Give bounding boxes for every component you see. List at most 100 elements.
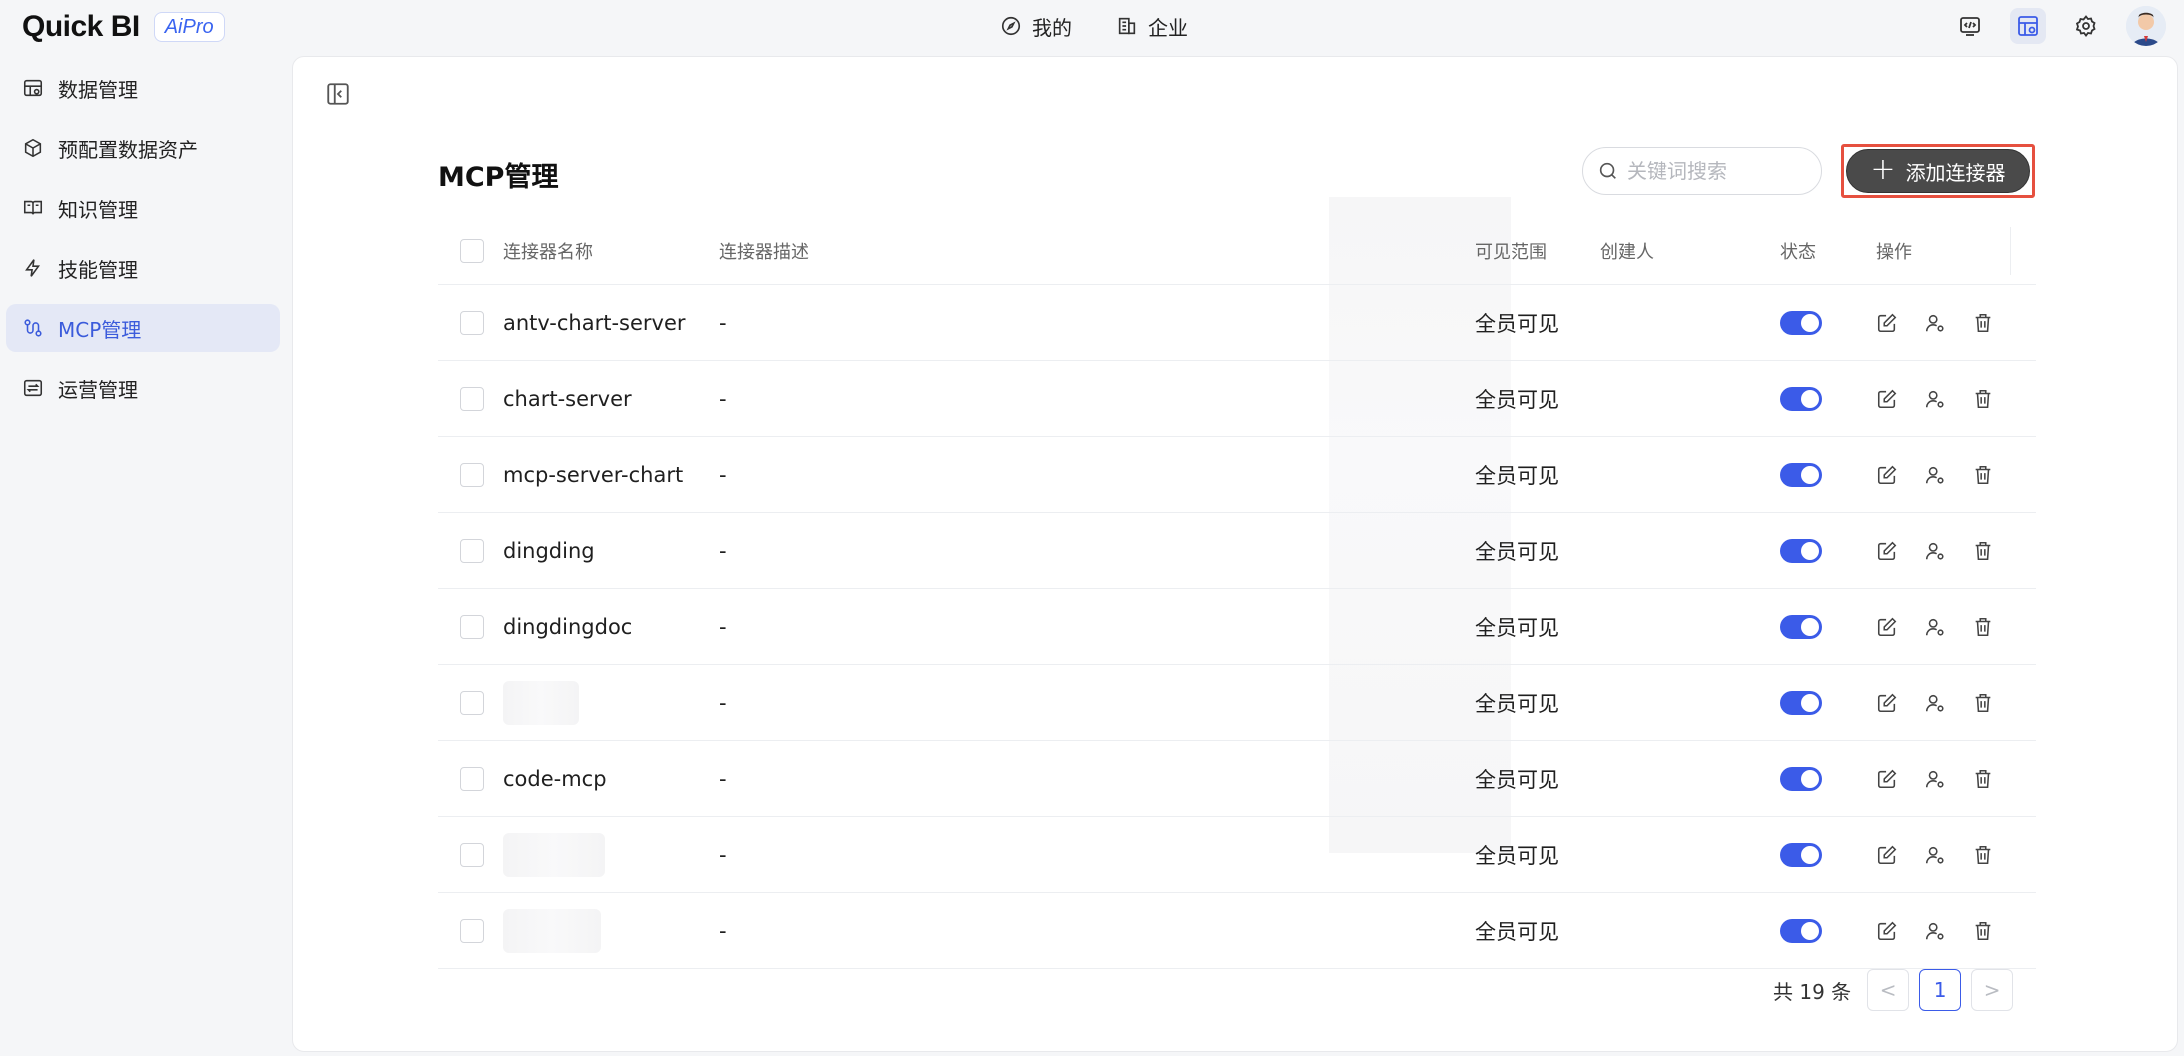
row-checkbox[interactable]	[460, 766, 484, 791]
sidebar-item-knowledge[interactable]: 知识管理	[6, 184, 280, 232]
trash-icon[interactable]	[1972, 464, 1994, 486]
add-connector-button[interactable]: + 添加连接器	[1846, 149, 2030, 193]
column-name: 连接器名称	[503, 241, 593, 263]
trash-icon[interactable]	[1972, 540, 1994, 562]
edit-icon[interactable]	[1876, 920, 1898, 942]
current-page-button[interactable]: 1	[1919, 969, 1962, 1011]
status-toggle[interactable]	[1780, 310, 1822, 335]
trash-icon[interactable]	[1972, 312, 1994, 334]
trash-icon[interactable]	[1972, 692, 1994, 714]
status-toggle[interactable]	[1780, 614, 1822, 639]
building-icon	[1118, 17, 1136, 35]
edit-icon[interactable]	[1876, 464, 1898, 486]
trash-icon[interactable]	[1972, 616, 1994, 638]
status-toggle[interactable]	[1780, 918, 1822, 943]
table-row[interactable]: - 全员可见	[438, 893, 2036, 969]
user-permission-icon[interactable]	[1924, 464, 1946, 486]
edit-icon[interactable]	[1876, 540, 1898, 562]
column-ops: 操作	[1876, 241, 1912, 263]
table-row[interactable]: chart-server - 全员可见	[438, 361, 2036, 437]
sidebar-item-data[interactable]: 数据管理	[6, 64, 280, 112]
status-toggle[interactable]	[1780, 842, 1822, 867]
user-avatar-icon	[2126, 6, 2166, 46]
connector-name: dingdingdoc	[503, 614, 633, 639]
sidebar-item-preset-assets[interactable]: 预配置数据资产	[6, 124, 280, 172]
dashboard-icon	[2018, 16, 2038, 36]
edit-icon[interactable]	[1876, 844, 1898, 866]
user-permission-icon[interactable]	[1924, 692, 1946, 714]
total-count: 共 19 条	[1773, 979, 1852, 1004]
table-row[interactable]: antv-chart-server - 全员可见	[438, 285, 2036, 361]
row-checkbox[interactable]	[460, 690, 484, 715]
user-permission-icon[interactable]	[1924, 540, 1946, 562]
prev-page-button[interactable]: <	[1867, 969, 1910, 1011]
status-toggle[interactable]	[1780, 462, 1822, 487]
row-actions	[1870, 844, 2020, 866]
mcp-icon	[24, 319, 42, 337]
trash-icon[interactable]	[1972, 388, 1994, 410]
connector-name: mcp-server-chart	[503, 462, 684, 487]
edit-icon[interactable]	[1876, 312, 1898, 334]
book-icon	[23, 200, 43, 215]
table-row[interactable]: dingding - 全员可见	[438, 513, 2036, 589]
status-toggle[interactable]	[1780, 538, 1822, 563]
status-toggle[interactable]	[1780, 690, 1822, 715]
trash-icon[interactable]	[1972, 844, 1994, 866]
sidebar-item-label: 预配置数据资产	[58, 137, 198, 162]
aipro-badge: AiPro	[153, 12, 225, 42]
row-checkbox[interactable]	[460, 918, 484, 943]
creator-cell	[1600, 893, 1780, 968]
edit-icon[interactable]	[1876, 692, 1898, 714]
row-actions	[1870, 464, 2020, 486]
settings-button[interactable]	[2068, 8, 2104, 44]
user-permission-icon[interactable]	[1924, 844, 1946, 866]
row-checkbox[interactable]	[460, 538, 484, 563]
edit-icon[interactable]	[1876, 768, 1898, 790]
user-permission-icon[interactable]	[1924, 388, 1946, 410]
nav-mine[interactable]: 我的	[1000, 10, 1072, 42]
trash-icon[interactable]	[1972, 920, 1994, 942]
table-header: 连接器名称 连接器描述 可见范围 创建人 状态 操作	[438, 217, 2036, 285]
logo[interactable]: Quick BI AiPro	[22, 10, 225, 44]
table-row[interactable]: - 全员可见	[438, 817, 2036, 893]
nav-enterprise[interactable]: 企业	[1116, 10, 1188, 42]
row-actions	[1870, 388, 2020, 410]
sidebar-item-operations[interactable]: 运营管理	[6, 364, 280, 412]
data-table-icon	[23, 79, 43, 97]
user-permission-icon[interactable]	[1924, 768, 1946, 790]
sidebar-item-label: 数据管理	[58, 77, 138, 102]
sidebar-item-skills[interactable]: 技能管理	[6, 244, 280, 292]
dashboard-button[interactable]	[2010, 8, 2046, 44]
edit-icon[interactable]	[1876, 388, 1898, 410]
edit-icon[interactable]	[1876, 616, 1898, 638]
table-row[interactable]: mcp-server-chart - 全员可见	[438, 437, 2036, 513]
column-scope: 可见范围	[1475, 241, 1547, 263]
trash-icon[interactable]	[1972, 768, 1994, 790]
user-permission-icon[interactable]	[1924, 312, 1946, 334]
creator-cell	[1600, 741, 1780, 816]
row-checkbox[interactable]	[460, 310, 484, 335]
table-row[interactable]: - 全员可见	[438, 665, 2036, 741]
avatar[interactable]	[2126, 6, 2166, 46]
creator-cell	[1600, 285, 1780, 360]
search-input[interactable]	[1627, 159, 1807, 183]
pagination: 共 19 条 < 1 >	[1773, 969, 2014, 1011]
code-button[interactable]	[1952, 8, 1988, 44]
user-permission-icon[interactable]	[1924, 616, 1946, 638]
status-toggle[interactable]	[1780, 386, 1822, 411]
nav-enterprise-label: 企业	[1148, 15, 1188, 40]
row-checkbox[interactable]	[460, 842, 484, 867]
row-checkbox[interactable]	[460, 614, 484, 639]
next-page-button[interactable]: >	[1971, 969, 2014, 1011]
status-toggle[interactable]	[1780, 766, 1822, 791]
row-checkbox[interactable]	[460, 386, 484, 411]
table-row[interactable]: dingdingdoc - 全员可见	[438, 589, 2036, 665]
table-row[interactable]: code-mcp - 全员可见	[438, 741, 2036, 817]
collapse-sidebar-icon[interactable]	[325, 81, 351, 107]
creator-cell	[1600, 437, 1780, 512]
user-permission-icon[interactable]	[1924, 920, 1946, 942]
sidebar-item-mcp[interactable]: MCP管理	[6, 304, 280, 352]
row-checkbox[interactable]	[460, 462, 484, 487]
select-all-checkbox[interactable]	[460, 238, 484, 263]
connector-desc: -	[719, 386, 727, 411]
